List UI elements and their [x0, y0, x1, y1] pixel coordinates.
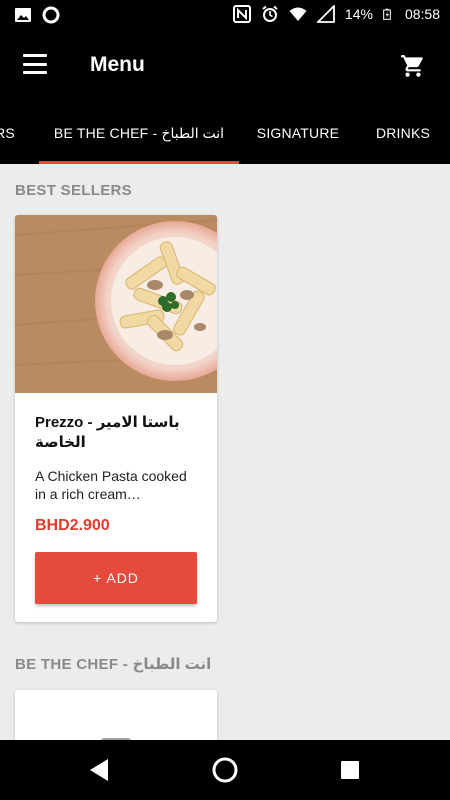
back-icon[interactable] [86, 756, 114, 784]
status-bar: 14% 08:58 [0, 0, 450, 30]
menu-item-name: Prezzo - باستا الامير الخاصة [35, 414, 180, 451]
home-icon[interactable] [211, 756, 239, 784]
system-nav-bar [0, 740, 450, 800]
tab-be-the-chef[interactable]: BE THE CHEF - انت الطباخ [39, 102, 239, 164]
section-title: BEST SELLERS [15, 182, 132, 199]
page-title: Menu [90, 53, 145, 76]
clock: 08:58 [404, 6, 440, 22]
tab-drinks[interactable]: DRINKS [370, 102, 436, 164]
battery-percent: 14% [344, 6, 373, 22]
cart-icon[interactable] [400, 53, 426, 79]
battery-icon [383, 8, 391, 20]
signal-icon [316, 5, 335, 23]
menu-item-card[interactable]: Prezzo - باستا الامير الخاصة A Chicken P… [15, 215, 217, 622]
selected-tab-indicator [39, 161, 239, 164]
menu-item-price: BHD2.900 [35, 517, 110, 534]
tab-bestsellers[interactable]: RS [0, 102, 20, 164]
alarm-icon [262, 5, 278, 22]
app-bar: Menu [0, 30, 450, 102]
circle-icon [42, 6, 60, 24]
wifi-icon [289, 7, 307, 21]
category-tabs: RS BE THE CHEF - انت الطباخ SIGNATURE DR… [0, 102, 450, 164]
menu-icon[interactable] [23, 54, 47, 74]
recents-icon[interactable] [336, 756, 364, 784]
section-title: BE THE CHEF - انت الطباخ [15, 656, 212, 673]
menu-item-image [15, 215, 217, 393]
image-icon [15, 8, 31, 22]
nfc-icon [232, 5, 251, 23]
menu-item-description: A Chicken Pasta cooked in a rich cream… [35, 468, 187, 502]
menu-item-body: Prezzo - باستا الامير الخاصة A Chicken P… [15, 393, 217, 622]
add-to-cart-button[interactable]: + ADD [35, 552, 197, 604]
tab-signature[interactable]: SIGNATURE [250, 102, 346, 164]
